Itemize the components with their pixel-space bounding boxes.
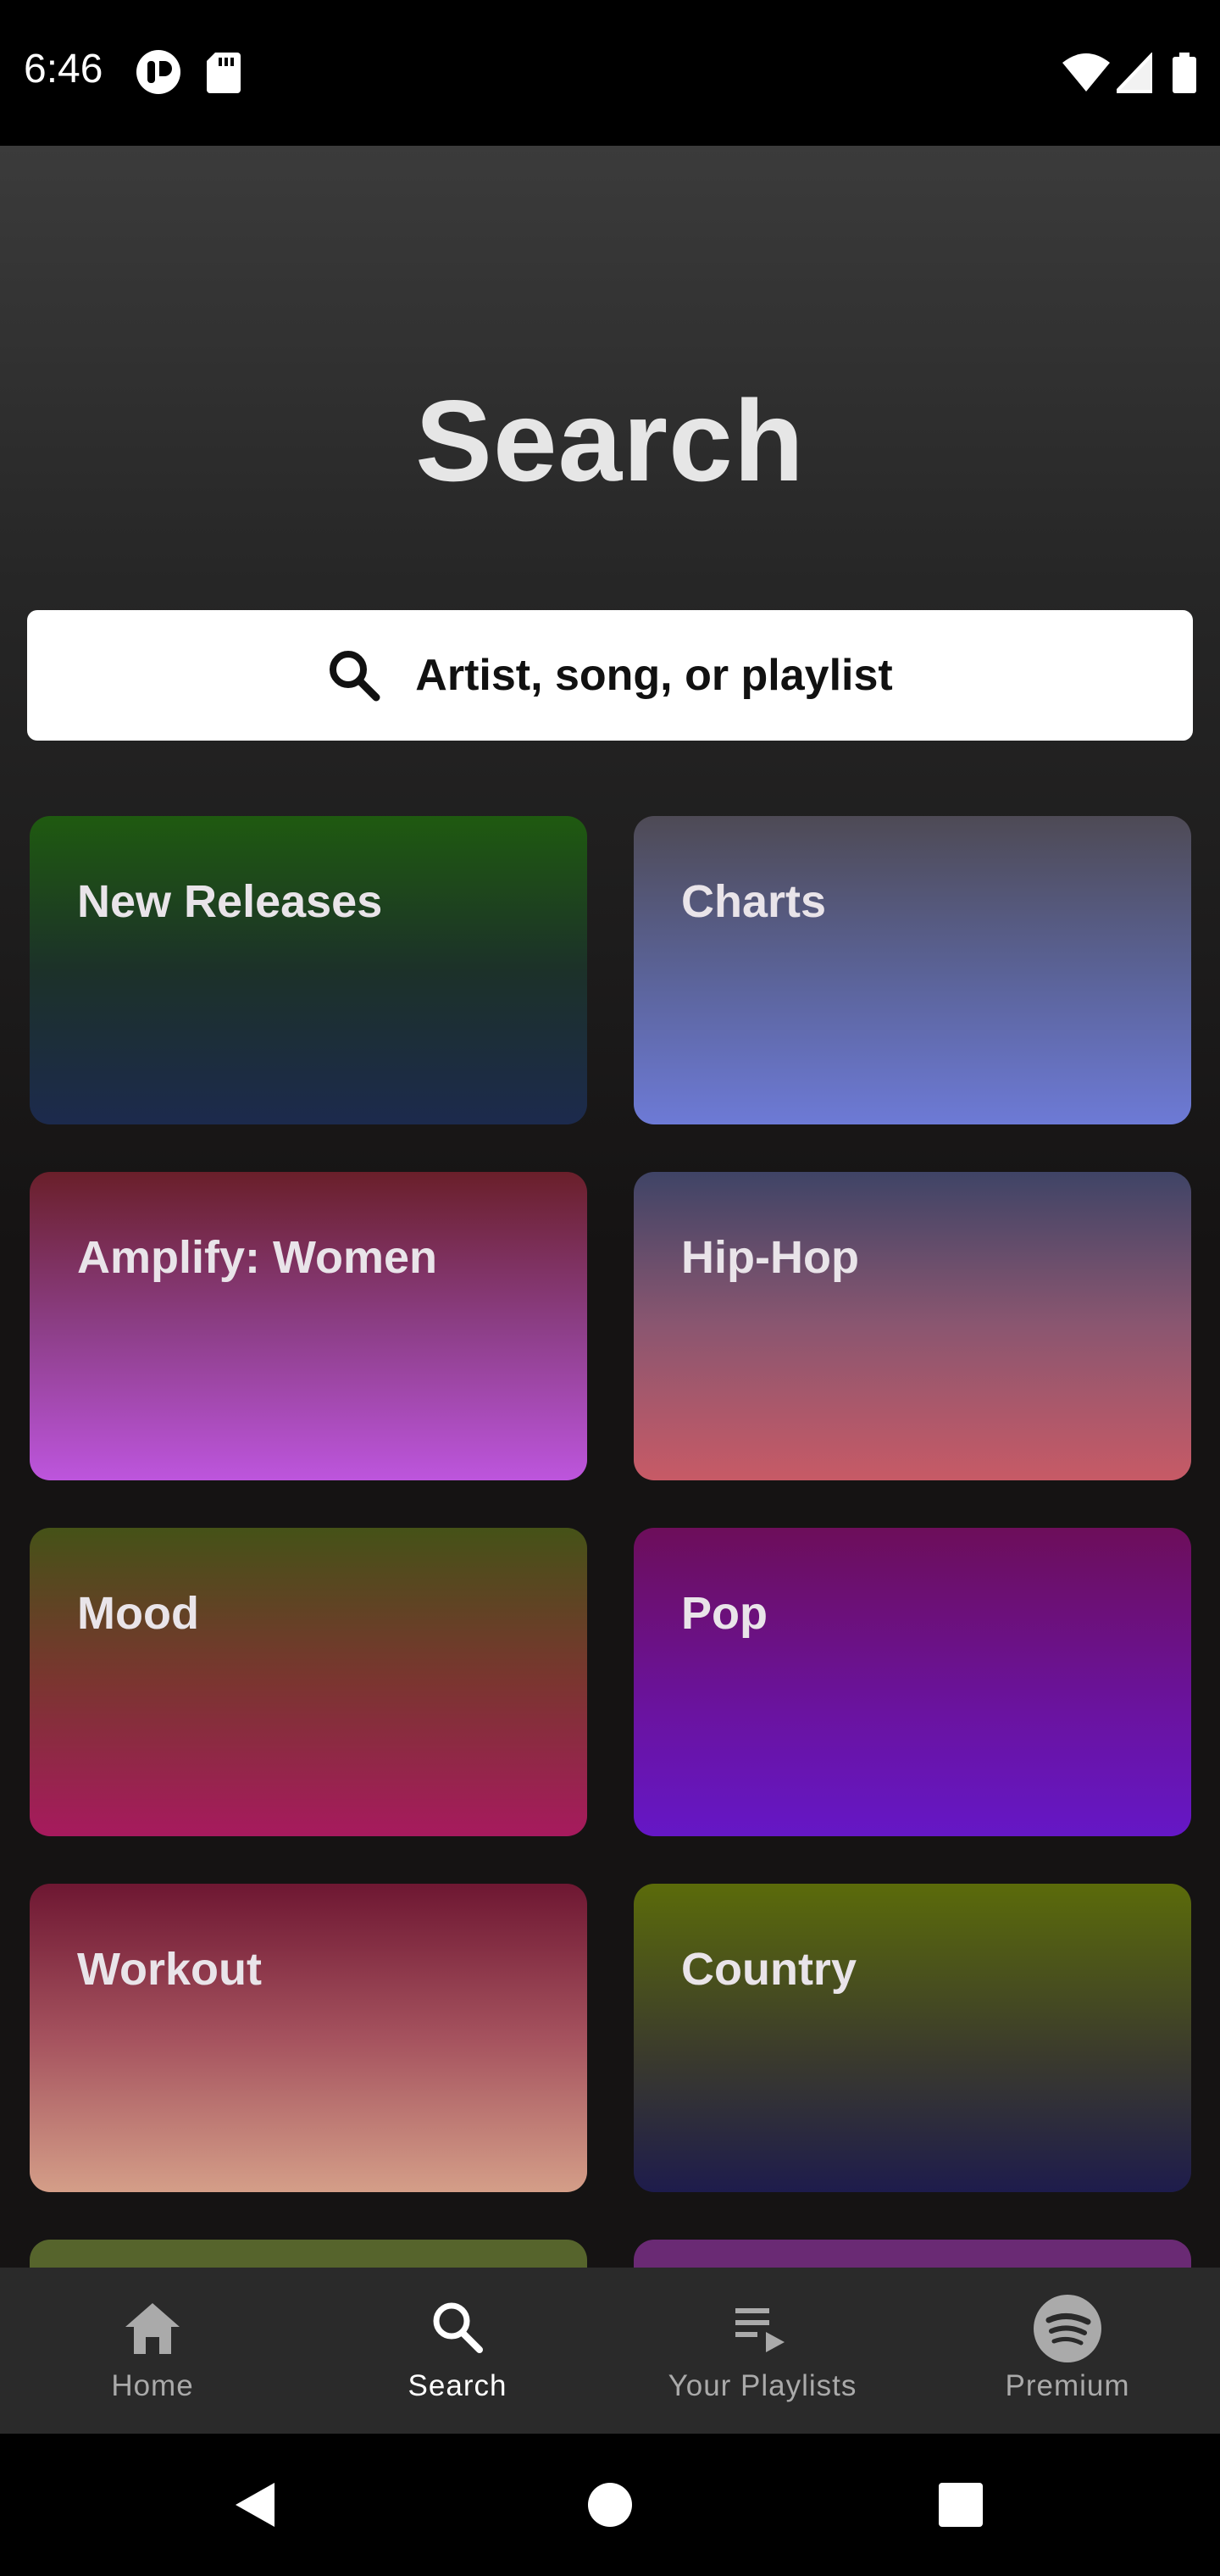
back-icon[interactable] — [230, 2478, 285, 2532]
category-tile-hip-hop[interactable]: Hip-Hop — [634, 1172, 1191, 1480]
category-tile-pop[interactable]: Pop — [634, 1528, 1191, 1836]
playlist-icon — [735, 2308, 785, 2352]
home-circle-icon[interactable] — [586, 2481, 634, 2529]
sd-card-icon — [207, 53, 241, 93]
category-tile-charts[interactable]: Charts — [634, 816, 1191, 1124]
nav-item-home[interactable]: Home — [0, 2268, 305, 2434]
nav-label-home: Home — [111, 2369, 194, 2402]
category-tile-partial[interactable] — [634, 2240, 1191, 2268]
home-icon — [125, 2303, 180, 2354]
nav-label-your-playlists: Your Playlists — [668, 2369, 857, 2402]
category-label: Pop — [681, 1588, 768, 1639]
nav-label-premium: Premium — [1005, 2369, 1130, 2402]
search-page: Search Artist, song, or playlist New Rel… — [0, 146, 1220, 2268]
category-tile-workout[interactable]: Workout — [30, 1884, 587, 2192]
status-bar: 6:46 — [0, 0, 1220, 146]
status-time: 6:46 — [24, 47, 103, 92]
category-tile-partial[interactable] — [30, 2240, 587, 2268]
search-icon — [330, 651, 380, 702]
category-label: Hip-Hop — [681, 1232, 859, 1283]
category-label: Workout — [77, 1944, 262, 1995]
nav-label-search: Search — [408, 2369, 507, 2402]
spotify-logo-icon — [1034, 2295, 1101, 2362]
category-label: Mood — [77, 1588, 199, 1639]
wifi-icon — [1062, 53, 1110, 92]
bottom-navigation: Home Search Your Playlists Premium — [0, 2268, 1220, 2434]
nav-item-your-playlists[interactable]: Your Playlists — [610, 2268, 915, 2434]
page-title: Search — [415, 376, 805, 505]
category-tile-amplify-women[interactable]: Amplify: Women — [30, 1172, 587, 1480]
category-tile-new-releases[interactable]: New Releases — [30, 816, 587, 1124]
signal-icon — [1117, 53, 1152, 93]
battery-icon — [1173, 53, 1196, 93]
category-tile-country[interactable]: Country — [634, 1884, 1191, 2192]
recents-icon[interactable] — [937, 2481, 984, 2529]
search-bar[interactable]: Artist, song, or playlist — [27, 610, 1193, 741]
category-label: Amplify: Women — [77, 1232, 438, 1283]
category-tile-mood[interactable]: Mood — [30, 1528, 587, 1836]
search-placeholder: Artist, song, or playlist — [415, 651, 893, 700]
nav-item-premium[interactable]: Premium — [915, 2268, 1220, 2434]
category-label: Charts — [681, 876, 827, 927]
app-notification-icon — [136, 50, 180, 94]
nav-item-search[interactable]: Search — [305, 2268, 610, 2434]
search-icon — [433, 2302, 483, 2353]
system-navigation-bar — [0, 2434, 1220, 2576]
category-label: New Releases — [77, 876, 383, 927]
category-label: Country — [681, 1944, 857, 1995]
